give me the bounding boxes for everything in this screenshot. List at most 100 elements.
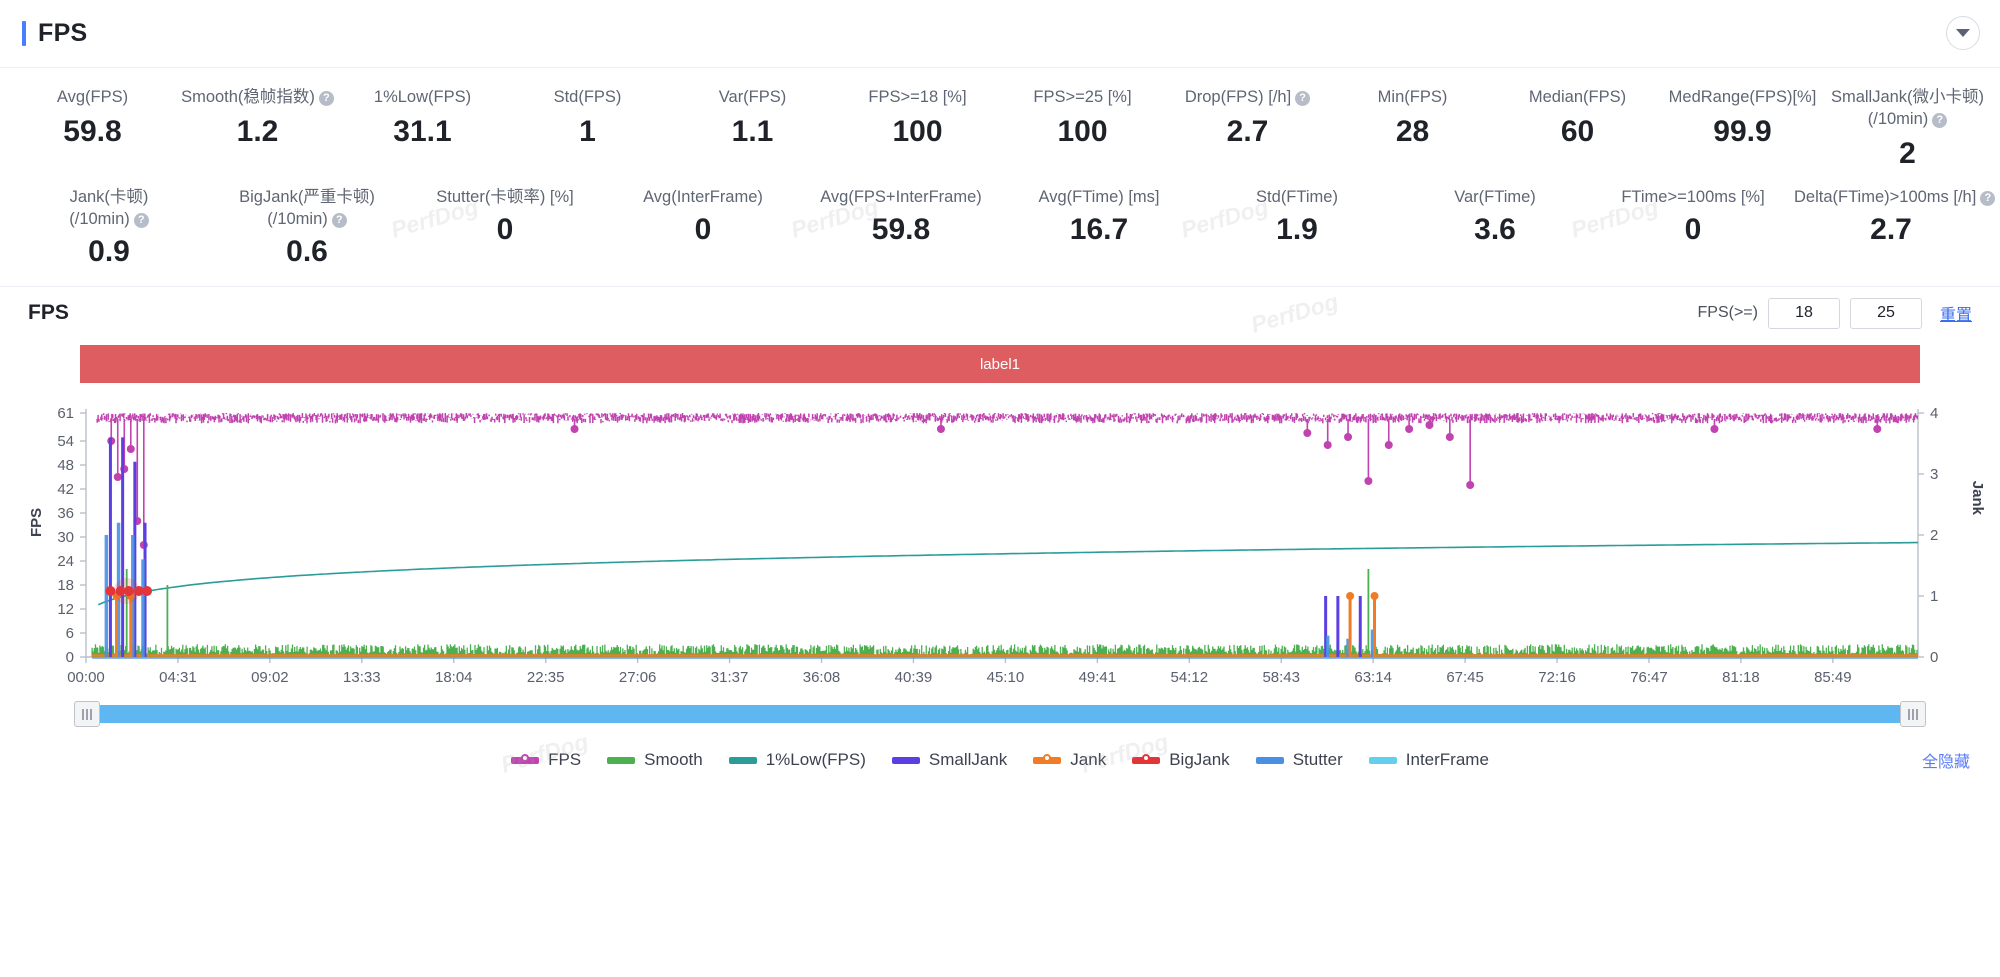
legend-item-jank[interactable]: Jank xyxy=(1033,750,1106,770)
metric-label: FTime>=100ms [%] xyxy=(1621,188,1765,206)
series-bigjank-marker[interactable] xyxy=(123,586,134,596)
metric-drop-fps-h: Drop(FPS) [/h]? 2.7 xyxy=(1165,82,1330,182)
x-tick-label: 00:00 xyxy=(67,669,105,686)
metric-var-ftime: Var(FTime) 3.6 xyxy=(1396,182,1594,280)
page-header: FPS xyxy=(0,0,2000,68)
series-1pct-low[interactable] xyxy=(97,541,1918,606)
metric-label: Avg(FPS+InterFrame) xyxy=(820,188,982,206)
hide-all-button[interactable]: 全隐藏 xyxy=(1922,748,1970,772)
chevron-down-icon xyxy=(1956,29,1970,37)
series-fps-dip-marker[interactable] xyxy=(936,425,945,433)
legend-item-stutter[interactable]: Stutter xyxy=(1255,750,1343,770)
legend-swatch-icon xyxy=(607,756,636,764)
metric-value: 60 xyxy=(1560,115,1595,148)
metric-min-fps: Min(FPS) 28 xyxy=(1330,82,1495,182)
series-jank-marker[interactable] xyxy=(1346,592,1355,600)
metric-value: 2.7 xyxy=(1870,213,1912,246)
help-icon[interactable]: ? xyxy=(331,213,347,228)
collapse-panel-button[interactable] xyxy=(1946,16,1980,50)
help-icon[interactable]: ? xyxy=(1932,113,1948,128)
x-tick-label: 63:14 xyxy=(1354,669,1392,686)
y2-tick-label: 2 xyxy=(1930,527,1938,544)
y-tick-label: 30 xyxy=(57,529,74,546)
metric-label: FPS>=25 [%] xyxy=(1033,88,1132,106)
metric-medrange-fps-%: MedRange(FPS)[%] 99.9 xyxy=(1660,82,1825,182)
series-fps-dip-marker[interactable] xyxy=(570,425,579,433)
chart-legend: FPS Smooth 1%Low(FPS) SmallJank Jank BigJank S… xyxy=(22,741,1978,779)
series-jank-marker[interactable] xyxy=(1370,592,1379,600)
metric-median-fps: Median(FPS) 60 xyxy=(1495,82,1660,182)
time-range-slider[interactable] xyxy=(74,701,1926,727)
legend-item-fps[interactable]: FPS xyxy=(511,750,581,770)
series-fps-dip-marker[interactable] xyxy=(113,473,122,481)
metric-value: 59.8 xyxy=(63,115,122,148)
help-icon[interactable]: ? xyxy=(1295,91,1311,106)
y-tick-label: 36 xyxy=(57,505,74,522)
metric-label-sub: (/10min)? xyxy=(210,208,404,230)
title-accent-bar xyxy=(22,21,26,46)
fps-threshold-low-input[interactable] xyxy=(1767,297,1840,329)
metrics-row-1: Avg(FPS) 59.8 Smooth(稳帧指数)? 1.2 1%Low(FPS) 31… xyxy=(10,82,1990,182)
series-fps-dip-marker[interactable] xyxy=(126,445,135,453)
metric-value: 59.8 xyxy=(871,213,931,246)
x-tick-label: 76:47 xyxy=(1630,669,1668,686)
series-fps-dip-marker[interactable] xyxy=(1445,433,1454,441)
x-tick-label: 49:41 xyxy=(1079,669,1117,686)
series-bigjank-marker[interactable] xyxy=(105,586,116,596)
fps-threshold-high-input[interactable] xyxy=(1849,297,1922,329)
metric-label: Smooth(稳帧指数)? xyxy=(177,86,338,108)
x-tick-label: 45:10 xyxy=(987,669,1025,686)
help-icon[interactable]: ? xyxy=(133,213,149,228)
metric-var-fps: Var(FPS) 1.1 xyxy=(670,82,835,182)
series-fps-dip-marker[interactable] xyxy=(1425,421,1434,429)
metric-label: Std(FPS) xyxy=(553,88,622,106)
legend-item-smalljank[interactable]: SmallJank xyxy=(891,750,1007,770)
series-fps-dip-marker[interactable] xyxy=(1303,429,1312,437)
series-fps-dip-marker[interactable] xyxy=(1344,433,1353,441)
metric-1%low-fps: 1%Low(FPS) 31.1 xyxy=(340,82,505,182)
legend-item-1%low-fps[interactable]: 1%Low(FPS) xyxy=(728,750,866,770)
metric-ftime-100ms-%: FTime>=100ms [%] 0 xyxy=(1594,182,1792,280)
legend-item-interframe[interactable]: InterFrame xyxy=(1368,750,1489,770)
legend-label: BigJank xyxy=(1169,750,1230,769)
page-title-wrap: FPS xyxy=(0,19,88,48)
series-fps-dip-marker[interactable] xyxy=(1384,441,1393,449)
metric-label: Stutter(卡顿率) [%] xyxy=(436,188,574,206)
slider-handle-left[interactable] xyxy=(74,701,100,727)
series-fps-dip-marker[interactable] xyxy=(1364,477,1373,485)
series-fps-dip-marker[interactable] xyxy=(1710,425,1719,433)
reset-button[interactable]: 重置 xyxy=(1940,301,1972,325)
metric-value: 99.9 xyxy=(1713,115,1772,148)
legend-label: InterFrame xyxy=(1405,750,1489,769)
legend-item-bigjank[interactable]: BigJank xyxy=(1132,750,1230,770)
legend-item-smooth[interactable]: Smooth xyxy=(607,750,703,770)
metric-value: 1.2 xyxy=(236,115,279,148)
series-fps-dip-marker[interactable] xyxy=(1405,425,1414,433)
metric-label: Var(FPS) xyxy=(718,88,787,106)
y2-tick-label: 4 xyxy=(1930,405,1938,422)
slider-handle-right[interactable] xyxy=(1900,701,1926,727)
help-icon[interactable]: ? xyxy=(1980,191,1996,206)
x-tick-label: 81:18 xyxy=(1722,669,1760,686)
legend-label: FPS xyxy=(548,750,582,769)
legend-swatch-icon xyxy=(1132,754,1161,764)
label-band[interactable]: label1 xyxy=(80,345,1920,383)
series-fps-band[interactable] xyxy=(96,413,1919,424)
series-fps-dip-marker[interactable] xyxy=(1323,441,1332,449)
series-fps-dip-marker[interactable] xyxy=(1873,425,1882,433)
metric-label: BigJank(严重卡顿) xyxy=(239,188,375,206)
chart-canvas[interactable]: 061218243036424854610123400:00 04:31 09:02… xyxy=(22,397,1978,697)
metric-label: Jank(卡顿) xyxy=(69,188,149,206)
help-icon[interactable]: ? xyxy=(318,91,334,106)
chart-header: FPS FPS(>=) 重置 xyxy=(22,287,1978,339)
slider-track[interactable] xyxy=(80,705,1920,723)
series-fps-dip-marker[interactable] xyxy=(1466,481,1475,489)
legend-swatch-icon xyxy=(1368,756,1397,764)
series-smooth-spikes[interactable] xyxy=(125,569,1370,657)
metric-label-sub: (/10min)? xyxy=(1827,108,1988,130)
chart-controls: FPS(>=) 重置 xyxy=(1698,297,1972,329)
series-bigjank-marker[interactable] xyxy=(142,586,153,596)
grip-line xyxy=(90,708,92,720)
plot-area: FPS Jank 0 6 12 18 24 30 36 42 48 54 61 0 1 2 3 4 00:00 0… xyxy=(22,397,1986,697)
y-tick-label: 61 xyxy=(57,405,74,422)
